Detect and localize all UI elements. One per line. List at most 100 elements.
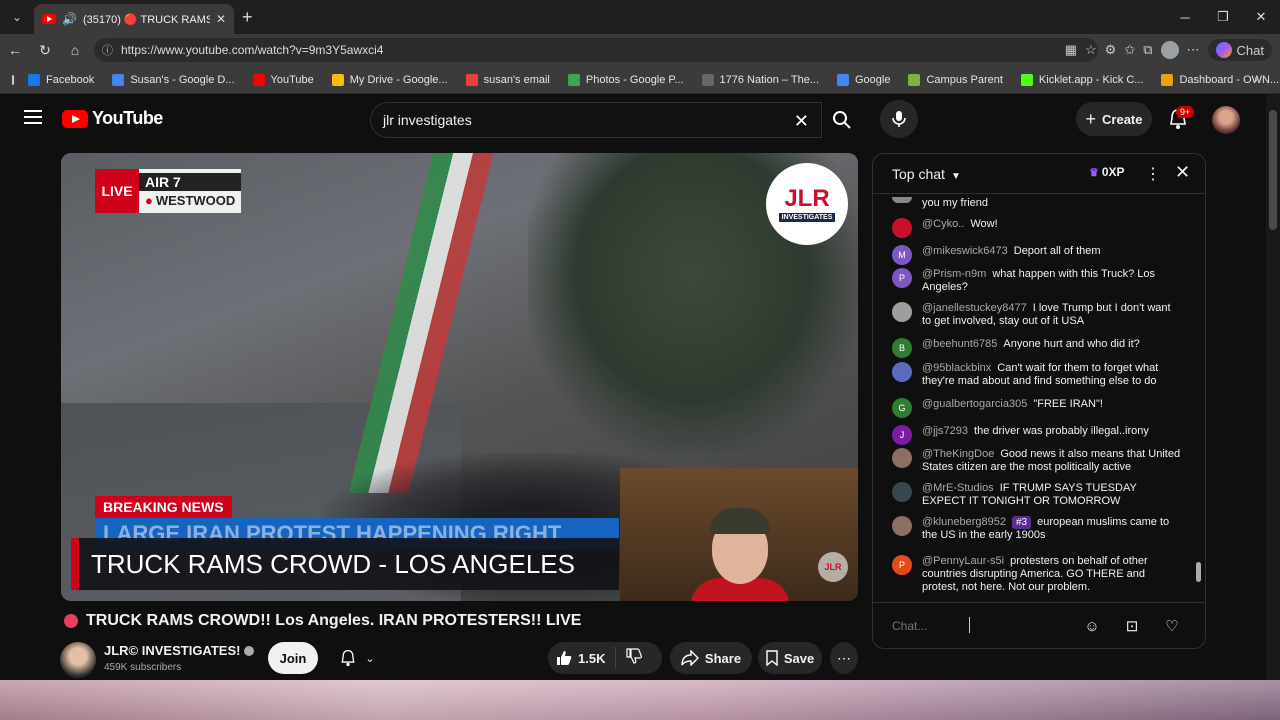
save-button[interactable]: Save bbox=[758, 642, 822, 674]
chat-author-name[interactable]: @PennyLaur-s5i bbox=[922, 555, 1004, 567]
channel-name-row[interactable]: JLR© INVESTIGATES! bbox=[104, 643, 255, 658]
chat-author-avatar[interactable] bbox=[892, 516, 912, 536]
chat-author-avatar[interactable]: J bbox=[892, 425, 912, 445]
bookmarks-overflow-icon[interactable]: › bbox=[1254, 74, 1258, 86]
chat-message[interactable]: B @beehunt6785 Anyone hurt and who did it? bbox=[892, 338, 1182, 358]
chat-author-avatar[interactable] bbox=[892, 302, 912, 322]
page-scrollbar[interactable] bbox=[1266, 94, 1280, 680]
search-input[interactable]: jlr investigates ✕ bbox=[370, 102, 822, 138]
account-avatar[interactable] bbox=[1212, 106, 1240, 134]
chat-message[interactable]: P @Prism-n9m what happen with this Truck? … bbox=[892, 268, 1182, 294]
site-info-icon[interactable]: ⓘ bbox=[102, 42, 113, 58]
chat-message[interactable]: M @mikeswick6473 Deport all of them bbox=[892, 245, 1182, 265]
clear-search-icon[interactable]: ✕ bbox=[794, 111, 809, 132]
chat-author-avatar[interactable] bbox=[892, 197, 912, 203]
minimize-icon[interactable]: ─ bbox=[1166, 0, 1204, 34]
bookmark-item[interactable]: Kicklet.app - Kick C... bbox=[1020, 73, 1143, 86]
chat-menu-icon[interactable]: ⋮ bbox=[1145, 164, 1161, 184]
xp-badge[interactable]: ♛ 0XP bbox=[1089, 165, 1125, 179]
subscription-bell-button[interactable]: ⌄ bbox=[330, 642, 384, 674]
chat-mode-selector[interactable]: Top chat ▼ bbox=[892, 166, 961, 182]
chat-author-name[interactable]: @mikeswick6473 bbox=[922, 245, 1008, 257]
bookmark-item[interactable]: Facebook bbox=[28, 73, 94, 86]
channel-avatar[interactable] bbox=[60, 642, 96, 678]
chat-message[interactable]: @MrE-Studios IF TRUMP SAYS TUESDAY EXPECT… bbox=[892, 482, 1182, 508]
chat-message[interactable]: G @gualbertogarcia305 "FREE IRAN"! bbox=[892, 398, 1182, 418]
chat-message[interactable]: @Cyko.. Wow! bbox=[892, 218, 1182, 238]
youtube-logo[interactable]: YouTube bbox=[62, 108, 163, 129]
restore-icon[interactable]: ❐ bbox=[1204, 0, 1242, 34]
favorite-star-icon[interactable]: ☆ bbox=[1085, 42, 1097, 58]
chat-author-name[interactable]: @kluneberg8952 bbox=[922, 516, 1006, 528]
back-arrow-icon[interactable]: ← bbox=[0, 35, 30, 65]
bookmark-item[interactable]: 1776 Nation – The... bbox=[701, 73, 819, 86]
favorites-icon[interactable]: ✩ bbox=[1124, 42, 1135, 58]
menu-dots-icon[interactable]: ⋯ bbox=[1187, 42, 1200, 58]
heart-icon[interactable]: ♡ bbox=[1161, 615, 1183, 637]
bookmark-item[interactable]: Campus Parent bbox=[908, 73, 1003, 86]
chat-author-avatar[interactable] bbox=[892, 448, 912, 468]
guide-menu-icon[interactable] bbox=[24, 110, 42, 128]
new-tab-plus-icon[interactable]: + bbox=[242, 7, 253, 28]
collections-icon[interactable]: ⧉ bbox=[1143, 42, 1152, 58]
chat-author-name[interactable]: @beehunt6785 bbox=[922, 338, 997, 350]
chat-input[interactable] bbox=[892, 615, 1072, 637]
bookmark-item[interactable]: Dashboard - OWN... bbox=[1161, 73, 1279, 86]
join-button[interactable]: Join bbox=[268, 642, 318, 674]
chat-message[interactable]: @95blackbinx Can't wait for them to forge… bbox=[892, 362, 1182, 388]
chat-author-avatar[interactable]: P bbox=[892, 268, 912, 288]
chat-author-name[interactable]: @95blackbinx bbox=[922, 362, 991, 374]
super-chat-icon[interactable]: ⊡ bbox=[1121, 615, 1143, 637]
tab-list-chevron-icon[interactable]: ⌄ bbox=[4, 4, 30, 30]
reload-icon[interactable]: ↻ bbox=[30, 35, 60, 65]
video-player[interactable]: LIVE AIR 7 ● WESTWOOD JLR INVESTIGATES BR… bbox=[61, 153, 858, 601]
bookmark-item[interactable]: Photos - Google P... bbox=[567, 73, 684, 86]
bookmark-item[interactable]: YouTube bbox=[252, 73, 314, 86]
chat-author-avatar[interactable]: P bbox=[892, 555, 912, 575]
more-actions-icon[interactable]: ⋯ bbox=[830, 642, 858, 674]
chat-message[interactable]: P @PennyLaur-s5i protesters on behalf of o… bbox=[892, 555, 1182, 594]
chat-scrollbar[interactable] bbox=[1195, 198, 1201, 594]
chat-author-name[interactable]: @MrE-Studios bbox=[922, 482, 994, 494]
chat-author-avatar[interactable]: M bbox=[892, 245, 912, 265]
bookmark-item[interactable]: My Drive - Google... bbox=[331, 73, 448, 86]
apps-grid-icon[interactable]: ▦ bbox=[1065, 42, 1077, 58]
extension-icon[interactable]: ⚙ bbox=[1105, 42, 1117, 58]
profile-avatar[interactable] bbox=[1160, 41, 1179, 59]
chat-author-avatar[interactable]: B bbox=[892, 338, 912, 358]
like-button[interactable]: 1.5K bbox=[548, 647, 617, 669]
chat-author-name[interactable]: @janellestuckey8477 bbox=[922, 302, 1027, 314]
chat-author-name[interactable]: @gualbertogarcia305 bbox=[922, 398, 1027, 410]
chat-author-avatar[interactable] bbox=[892, 218, 912, 238]
bookmark-item[interactable]: susan's email bbox=[465, 73, 550, 86]
chat-message[interactable]: you my friend bbox=[892, 197, 1182, 210]
speaker-icon[interactable]: 🔊 bbox=[62, 12, 77, 26]
chat-message[interactable]: @TheKingDoe Good news it also means that … bbox=[892, 448, 1182, 474]
copilot-chat-button[interactable]: Chat bbox=[1207, 39, 1272, 61]
chat-author-avatar[interactable]: G bbox=[892, 398, 912, 418]
chat-author-name[interactable]: @jjs7293 bbox=[922, 425, 968, 437]
tab-actions-icon[interactable] bbox=[12, 74, 14, 85]
url-field[interactable]: ⓘ https://www.youtube.com/watch?v=9m3Y5a… bbox=[94, 38, 1098, 62]
chat-author-avatar[interactable] bbox=[892, 482, 912, 502]
page-scroll-thumb[interactable] bbox=[1269, 110, 1277, 230]
chat-close-icon[interactable]: ✕ bbox=[1175, 162, 1190, 183]
bookmark-item[interactable]: Google bbox=[837, 73, 890, 86]
create-button[interactable]: + Create bbox=[1076, 102, 1152, 136]
chat-message[interactable]: @kluneberg8952 #3 european muslims came to… bbox=[892, 516, 1182, 542]
emoji-icon[interactable]: ☺ bbox=[1081, 615, 1103, 637]
chat-author-name[interactable]: @TheKingDoe bbox=[922, 448, 994, 460]
chat-message[interactable]: J @jjs7293 the driver was probably illegal… bbox=[892, 425, 1182, 445]
voice-search-button[interactable] bbox=[880, 100, 918, 138]
chat-author-avatar[interactable] bbox=[892, 362, 912, 382]
home-icon[interactable]: ⌂ bbox=[60, 35, 90, 65]
bookmark-item[interactable]: Susan's - Google D... bbox=[112, 73, 235, 86]
share-button[interactable]: Share bbox=[670, 642, 752, 674]
chat-author-name[interactable]: @Cyko.. bbox=[922, 218, 964, 230]
close-window-icon[interactable]: ✕ bbox=[1242, 0, 1280, 34]
chat-author-name[interactable]: @Prism-n9m bbox=[922, 268, 986, 280]
chat-message[interactable]: @janellestuckey8477 I love Trump but I do… bbox=[892, 302, 1182, 328]
search-button[interactable] bbox=[822, 102, 862, 138]
tab-close-icon[interactable]: ✕ bbox=[216, 12, 226, 26]
browser-tab[interactable]: 🔊 (35170) 🔴 TRUCK RAMS CRO ✕ bbox=[34, 4, 234, 34]
